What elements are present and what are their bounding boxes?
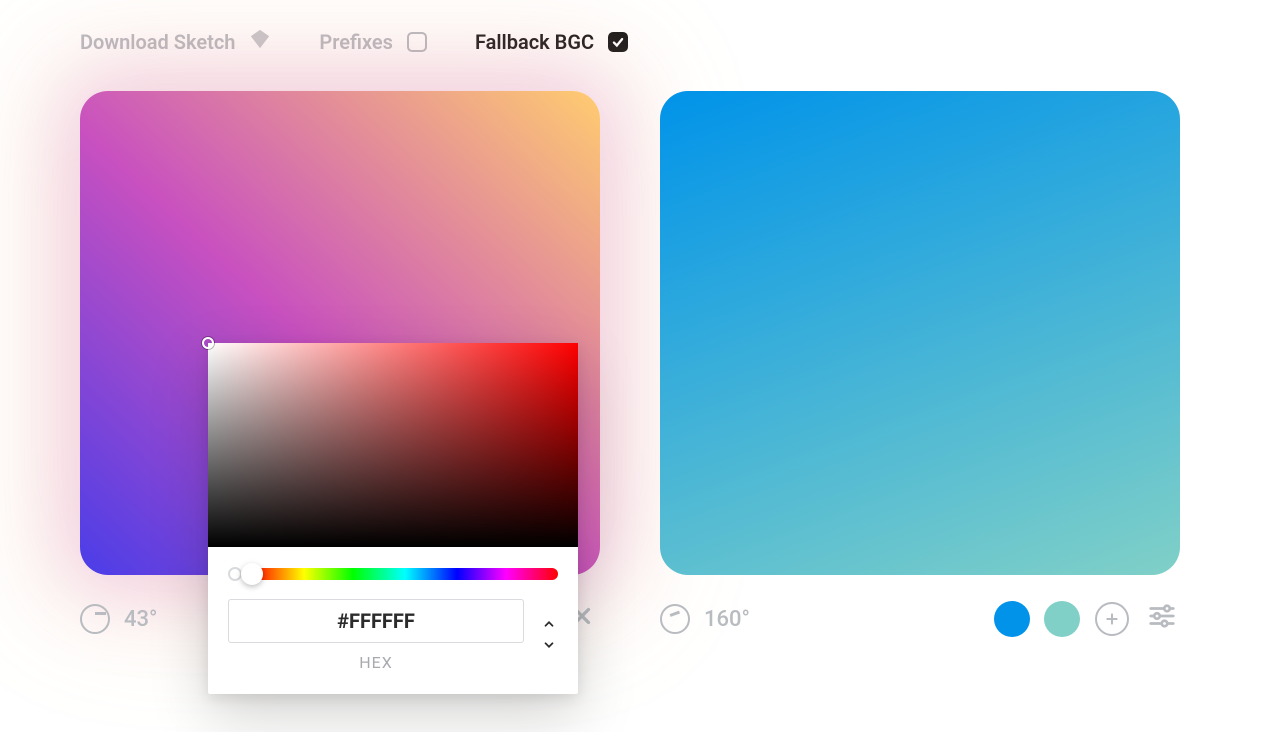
angle-value-left: 43° <box>124 607 157 632</box>
sliders-icon <box>1147 601 1177 637</box>
color-mode-label: HEX <box>228 653 524 672</box>
fallback-bgc-label: Fallback BGC <box>475 30 594 54</box>
angle-value-right: 160° <box>704 607 750 632</box>
download-sketch-label: Download Sketch <box>80 30 235 54</box>
hue-slider-thumb[interactable] <box>241 563 263 585</box>
hex-input[interactable] <box>228 599 524 643</box>
chevron-down-icon <box>540 638 558 652</box>
gradient-preview-right[interactable] <box>660 91 1180 575</box>
mode-cycle-up[interactable] <box>540 616 558 635</box>
settings-button[interactable] <box>1144 601 1180 637</box>
prefixes-toggle[interactable]: Prefixes <box>319 30 427 54</box>
prefixes-label: Prefixes <box>319 30 393 54</box>
angle-dial-icon[interactable] <box>660 604 690 634</box>
angle-dial-icon[interactable] <box>80 604 110 634</box>
color-picker-popover: HEX <box>208 343 578 694</box>
saturation-field[interactable] <box>208 343 578 547</box>
diamond-icon <box>249 28 271 55</box>
gradient-panel-left: 43° <box>80 91 600 637</box>
add-stop-button[interactable] <box>1094 601 1130 637</box>
alpha-preview-dot <box>228 567 242 581</box>
color-stop-cyan[interactable] <box>994 601 1030 637</box>
plus-icon <box>1095 602 1129 636</box>
prefixes-checkbox[interactable] <box>407 32 427 52</box>
color-stop-teal[interactable] <box>1044 601 1080 637</box>
fallback-bgc-toggle[interactable]: Fallback BGC <box>475 30 628 54</box>
saturation-cursor[interactable] <box>202 337 214 349</box>
mode-cycle-down[interactable] <box>540 637 558 656</box>
gradient-panel-right: 160° <box>660 91 1180 637</box>
fallback-bgc-checkbox[interactable] <box>608 32 628 52</box>
chevron-up-icon <box>540 617 558 631</box>
download-sketch-button[interactable]: Download Sketch <box>80 28 271 55</box>
hue-slider[interactable] <box>252 568 558 580</box>
